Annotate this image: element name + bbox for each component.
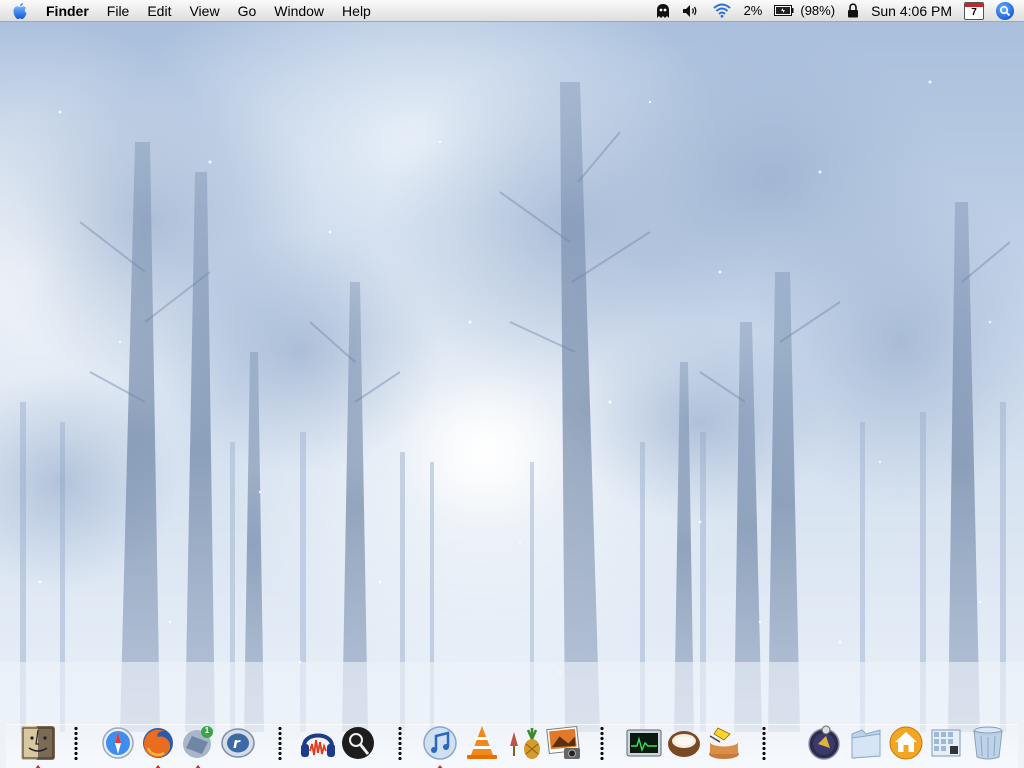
wifi-icon[interactable] bbox=[706, 0, 738, 22]
home-icon bbox=[889, 726, 923, 760]
itunes-helper-icon bbox=[808, 725, 840, 760]
dock-iphoto[interactable] bbox=[544, 722, 584, 762]
mail-icon bbox=[183, 726, 213, 758]
apple-menu-icon[interactable] bbox=[0, 0, 40, 22]
activity-monitor-icon bbox=[626, 729, 662, 757]
snowy-forest-illustration bbox=[0, 32, 1024, 768]
menu-edit[interactable]: Edit bbox=[138, 0, 180, 22]
dock-folder[interactable] bbox=[846, 722, 886, 762]
dock-mail[interactable]: 1 bbox=[178, 722, 218, 768]
dock-separator bbox=[398, 726, 402, 760]
menu-app-finder[interactable]: Finder bbox=[40, 0, 98, 22]
audacity-icon bbox=[301, 733, 335, 757]
dock-finder[interactable] bbox=[18, 722, 58, 768]
dock-home[interactable] bbox=[886, 722, 926, 762]
dock-camino[interactable] bbox=[338, 722, 378, 762]
coconut-battery-icon bbox=[668, 731, 700, 757]
installer-icon bbox=[709, 727, 739, 759]
battery-icon[interactable] bbox=[768, 0, 800, 22]
vlc-icon bbox=[467, 726, 497, 759]
battery-percent[interactable]: (98%) bbox=[800, 0, 841, 22]
dock-installer[interactable] bbox=[704, 722, 744, 762]
dock: 1 r bbox=[0, 716, 1024, 768]
preview-icon bbox=[931, 729, 961, 757]
calendar-day: 7 bbox=[964, 1, 984, 20]
camino-icon bbox=[342, 727, 374, 759]
realplayer-icon: r bbox=[221, 728, 255, 758]
folder-icon bbox=[851, 729, 881, 759]
dock-adium[interactable] bbox=[504, 722, 544, 762]
status-menus: 2% (98%) Sun 4:06 PM 7 bbox=[650, 0, 1024, 22]
dock-preview[interactable] bbox=[926, 722, 966, 762]
menu-file[interactable]: File bbox=[98, 0, 139, 22]
dock-safari[interactable] bbox=[98, 722, 138, 762]
dock-itunes[interactable] bbox=[420, 722, 460, 768]
finder-icon bbox=[21, 726, 55, 760]
menu-help[interactable]: Help bbox=[333, 0, 380, 22]
dock-itunes-helper[interactable] bbox=[804, 722, 844, 762]
desktop-wallpaper bbox=[0, 22, 1024, 768]
adium-icon bbox=[510, 728, 540, 759]
menubar-clock[interactable]: Sun 4:06 PM bbox=[865, 0, 958, 22]
dock-separator bbox=[74, 726, 78, 760]
mail-badge: 1 bbox=[204, 726, 210, 735]
menu-window[interactable]: Window bbox=[265, 0, 333, 22]
lock-icon[interactable] bbox=[841, 0, 865, 22]
itunes-icon bbox=[423, 726, 457, 760]
volume-icon[interactable] bbox=[676, 0, 706, 22]
dock-separator bbox=[600, 726, 604, 760]
dock-coconut-battery[interactable] bbox=[664, 722, 704, 762]
menu-go[interactable]: Go bbox=[229, 0, 266, 22]
trash-icon bbox=[973, 726, 1003, 760]
spotlight-icon[interactable] bbox=[990, 0, 1024, 22]
dock-separator bbox=[762, 726, 766, 760]
firefox-icon bbox=[143, 728, 173, 758]
dock-vlc[interactable] bbox=[462, 722, 502, 762]
cpu-usage-readout[interactable]: 2% bbox=[738, 0, 769, 22]
svg-text:r: r bbox=[233, 736, 241, 752]
ghost-icon[interactable] bbox=[650, 0, 676, 22]
safari-icon bbox=[102, 727, 134, 759]
dock-activity-monitor[interactable] bbox=[624, 722, 664, 762]
menu-view[interactable]: View bbox=[180, 0, 228, 22]
dock-trash[interactable] bbox=[968, 722, 1008, 762]
dock-audacity[interactable] bbox=[298, 722, 338, 762]
calendar-icon[interactable]: 7 bbox=[958, 0, 990, 22]
dock-realplayer[interactable]: r bbox=[218, 722, 258, 762]
menu-bar: Finder File Edit View Go Window Help 2% … bbox=[0, 0, 1024, 22]
iphoto-icon bbox=[546, 725, 580, 759]
dock-firefox[interactable] bbox=[138, 722, 178, 768]
dock-separator bbox=[278, 726, 282, 760]
